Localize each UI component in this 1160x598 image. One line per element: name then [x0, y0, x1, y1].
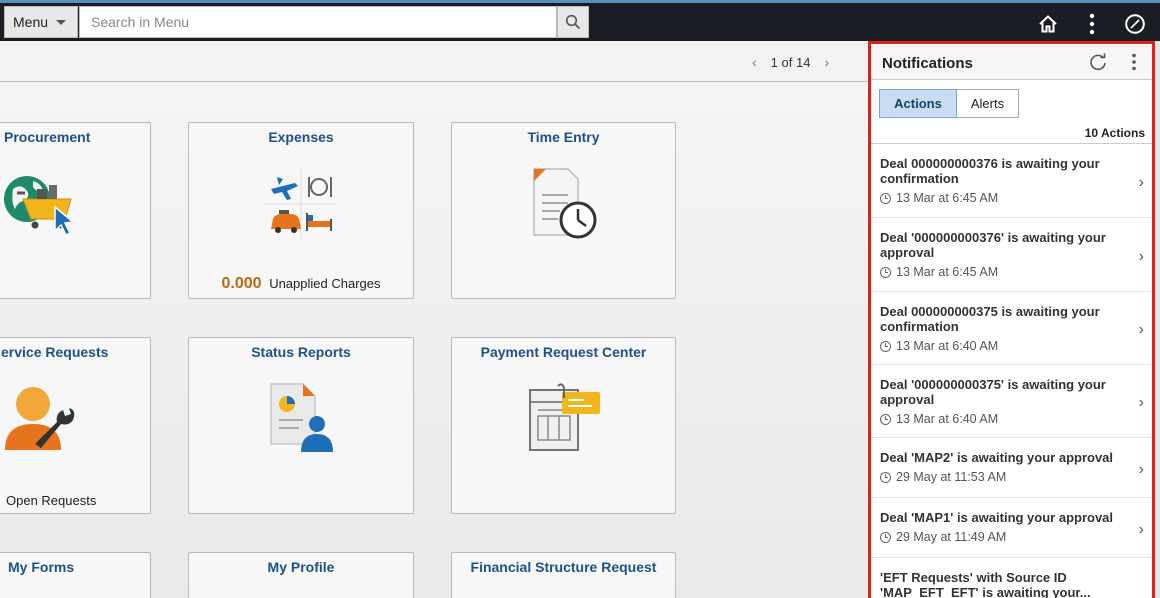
list-item[interactable]: 'EFT Requests' with Source ID 'MAP_EFT_E…	[871, 558, 1152, 598]
tile-procurement[interactable]: Procurement	[0, 122, 151, 299]
more-vertical-icon[interactable]	[1126, 52, 1142, 72]
chevron-right-icon: ›	[1138, 321, 1144, 338]
unapplied-charges-value: 0.000	[221, 275, 262, 292]
notifications-title: Notifications	[882, 55, 973, 72]
timesheet-clock-icon	[533, 168, 597, 239]
search-button[interactable]	[557, 6, 589, 38]
notification-time: 29 May at 11:53 AM	[880, 470, 1128, 484]
list-item[interactable]: Deal 'MAP2' is awaiting your approval 29…	[871, 438, 1152, 498]
chevron-right-icon: ›	[1138, 247, 1144, 265]
notification-text: Deal 000000000375 is awaiting your confi…	[880, 304, 1100, 334]
unapplied-charges: 0.000 Unapplied Charges	[189, 275, 413, 293]
notification-text: Deal '000000000375' is awaiting your app…	[880, 377, 1106, 407]
actions-menu-button[interactable]	[1079, 11, 1105, 37]
chevron-right-icon: ›	[1138, 394, 1144, 411]
open-requests-label: Open Requests	[6, 493, 97, 508]
notification-time: 13 Mar at 6:40 AM	[880, 412, 1128, 426]
notification-text: Deal 'MAP2' is awaiting your approval	[880, 450, 1114, 465]
menu-dropdown-button[interactable]: Menu	[4, 6, 78, 38]
tab-actions[interactable]: Actions	[879, 89, 957, 118]
notification-time: 13 Mar at 6:45 AM	[880, 191, 1128, 205]
list-item[interactable]: Deal 'MAP1' is awaiting your approval 29…	[871, 498, 1152, 558]
notification-time-text: 13 Mar at 6:45 AM	[896, 265, 999, 279]
clock-icon	[880, 192, 891, 204]
expense-categories-icon	[265, 169, 337, 239]
notifications-panel: Notifications Actions Alerts 10 Actions …	[868, 41, 1155, 598]
more-vertical-icon	[1089, 13, 1095, 35]
tile-grid: Procurement Expenses 0.000 Unapplied Cha…	[0, 82, 868, 598]
chevron-right-icon: ›	[1138, 173, 1144, 191]
tile-title: Payment Request Center	[480, 344, 647, 360]
tile-title: Time Entry	[527, 129, 600, 145]
notification-time: 13 Mar at 6:45 AM	[880, 265, 1128, 279]
tile-title: My Forms	[8, 559, 75, 575]
notification-time-text: 13 Mar at 6:40 AM	[896, 339, 999, 353]
list-item[interactable]: Deal 000000000375 is awaiting your confi…	[871, 292, 1152, 365]
clock-icon	[880, 266, 891, 278]
search-icon	[565, 14, 581, 30]
tile-payment-request-center[interactable]: Payment Request Center	[451, 337, 676, 514]
menu-label: Menu	[13, 14, 49, 30]
tile-title: ervice Requests	[1, 344, 109, 360]
notification-time-text: 29 May at 11:53 AM	[896, 470, 1007, 484]
unapplied-charges-label: Unapplied Charges	[269, 276, 381, 291]
notification-time: 13 Mar at 6:40 AM	[880, 339, 1128, 353]
home-icon	[1039, 15, 1057, 33]
tile-title: Procurement	[4, 129, 91, 145]
tile-title: My Profile	[267, 559, 335, 575]
actions-count: 10 Actions	[1084, 126, 1145, 140]
notification-time: 29 May at 11:49 AM	[880, 530, 1128, 544]
clock-icon	[880, 340, 891, 352]
notification-text: Deal 'MAP1' is awaiting your approval	[880, 510, 1114, 525]
status-report-person-icon	[270, 383, 333, 452]
notification-text: Deal 000000000376 is awaiting your confi…	[880, 156, 1100, 186]
list-item[interactable]: Deal '000000000376' is awaiting your app…	[871, 218, 1152, 292]
tile-financial-structure-request[interactable]: Financial Structure Request	[451, 552, 676, 598]
caret-down-icon	[56, 19, 67, 25]
refresh-icon[interactable]	[1088, 52, 1108, 72]
tile-title: Status Reports	[251, 344, 351, 360]
notification-text: 'EFT Requests' with Source ID 'MAP_EFT_E…	[880, 570, 1091, 598]
tile-title: Financial Structure Request	[470, 559, 657, 575]
notification-time-text: 13 Mar at 6:40 AM	[896, 412, 999, 426]
tile-status-reports[interactable]: Status Reports	[188, 337, 414, 514]
notification-list: Deal 000000000376 is awaiting your confi…	[871, 143, 1152, 598]
tab-alerts[interactable]: Alerts	[957, 89, 1019, 118]
notification-time-text: 13 Mar at 6:45 AM	[896, 191, 999, 205]
home-button[interactable]	[1035, 11, 1061, 37]
tile-my-profile[interactable]: My Profile	[188, 552, 414, 598]
shopping-cart-globe-icon	[4, 176, 75, 237]
chevron-right-icon[interactable]: ›	[824, 54, 829, 70]
tile-expenses[interactable]: Expenses 0.000 Unapplied Charges	[188, 122, 414, 299]
tile-my-forms[interactable]: My Forms	[0, 552, 151, 598]
clock-icon	[880, 471, 891, 483]
notifications-header: Notifications	[871, 44, 1152, 80]
list-item[interactable]: Deal '000000000375' is awaiting your app…	[871, 365, 1152, 438]
service-person-wrench-icon	[5, 387, 75, 450]
chevron-left-icon[interactable]: ‹	[752, 54, 757, 70]
clock-icon	[880, 531, 891, 543]
tile-title: Expenses	[268, 129, 334, 145]
page-indicator: 1 of 14	[770, 54, 811, 70]
list-item[interactable]: Deal 000000000376 is awaiting your confi…	[871, 144, 1152, 218]
search-field[interactable]	[79, 6, 557, 38]
notification-time-text: 29 May at 11:49 AM	[896, 530, 1007, 544]
navbar-button[interactable]	[1122, 11, 1148, 37]
navigator-compass-icon	[1125, 14, 1145, 34]
notification-text: Deal '000000000376' is awaiting your app…	[880, 230, 1106, 260]
page-pager: ‹ 1 of 14 ›	[752, 54, 829, 70]
payment-request-form-icon	[529, 383, 600, 451]
chevron-right-icon: ›	[1138, 460, 1144, 478]
search-input[interactable]	[80, 7, 556, 37]
notification-tabs: Actions Alerts	[879, 89, 1019, 118]
homepage-header: ‹ 1 of 14 ›	[0, 41, 868, 82]
clock-icon	[880, 413, 891, 425]
tile-time-entry[interactable]: Time Entry	[451, 122, 676, 299]
tile-service-requests[interactable]: ervice Requests Open Requests	[0, 337, 151, 514]
top-banner: Menu	[0, 0, 1160, 41]
chevron-right-icon: ›	[1138, 520, 1144, 538]
